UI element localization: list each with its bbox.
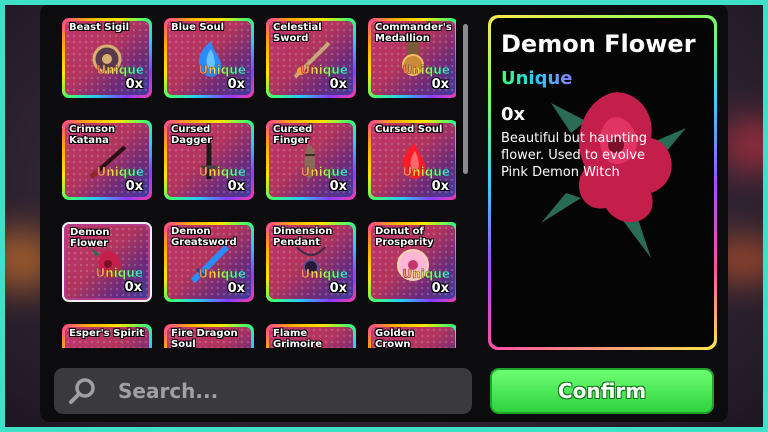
item-name: Cursed Finger: [273, 124, 313, 146]
item-card[interactable]: Golden Crown: [368, 324, 456, 348]
detail-quantity: 0x: [501, 104, 526, 125]
item-quantity: 0x: [125, 179, 143, 194]
item-card[interactable]: Demon Greatsword Unique 0x: [164, 222, 254, 302]
item-name: Crimson Katana: [69, 124, 116, 146]
item-quantity: 0x: [227, 179, 245, 194]
item-rarity: Unique: [300, 63, 348, 77]
item-detail-panel: Demon Flower Unique 0x Beautiful but hau…: [488, 15, 717, 350]
item-rarity: Unique: [402, 165, 450, 179]
item-card[interactable]: Cursed Dagger Unique 0x: [164, 120, 254, 200]
item-grid[interactable]: Beast Sigil Unique 0x Blue Soul Unique 0x Cele…: [48, 8, 456, 348]
item-name: Commander's Medallion: [375, 22, 452, 44]
item-name: Blue Soul: [171, 22, 225, 33]
item-card[interactable]: Beast Sigil Unique 0x: [62, 18, 152, 98]
item-quantity: 0x: [431, 179, 449, 194]
item-quantity: 0x: [227, 77, 245, 92]
item-card[interactable]: Cursed Soul Unique 0x: [368, 120, 456, 200]
item-card[interactable]: Donut of Prosperity Unique 0x: [368, 222, 456, 302]
item-name: Dimension Pendant: [273, 226, 333, 248]
item-quantity: 0x: [227, 281, 245, 296]
item-name: Donut of Prosperity: [375, 226, 434, 248]
item-quantity: 0x: [124, 280, 142, 295]
item-quantity: 0x: [329, 179, 347, 194]
item-rarity: Unique: [198, 267, 246, 281]
item-quantity: 0x: [329, 281, 347, 296]
item-card[interactable]: Commander's Medallion Unique 0x: [368, 18, 456, 98]
item-name: Demon Flower: [70, 227, 110, 249]
item-quantity: 0x: [125, 77, 143, 92]
item-quantity: 0x: [431, 281, 449, 296]
item-rarity: Unique: [300, 267, 348, 281]
item-card[interactable]: Esper's Spirit: [62, 324, 152, 348]
item-name: Esper's Spirit: [69, 328, 145, 339]
item-card[interactable]: Cursed Finger Unique 0x: [266, 120, 356, 200]
item-quantity: 0x: [329, 77, 347, 92]
item-card[interactable]: Blue Soul Unique 0x: [164, 18, 254, 98]
item-name: Fire Dragon Soul: [171, 328, 238, 348]
item-card[interactable]: Fire Dragon Soul: [164, 324, 254, 348]
item-name: Demon Greatsword: [171, 226, 237, 248]
item-card[interactable]: Demon Flower Unique 0x: [62, 222, 152, 302]
item-name: Cursed Soul: [375, 124, 443, 135]
item-rarity: Unique: [95, 266, 143, 280]
item-name: Celestial Sword: [273, 22, 322, 44]
item-name: Beast Sigil: [69, 22, 130, 33]
item-rarity: Unique: [96, 165, 144, 179]
detail-title: Demon Flower: [501, 30, 696, 58]
item-rarity: Unique: [96, 63, 144, 77]
item-card[interactable]: Flame Grimoire: [266, 324, 356, 348]
item-rarity: Unique: [402, 63, 450, 77]
spirit-icon: [87, 345, 127, 348]
item-card[interactable]: Dimension Pendant Unique 0x: [266, 222, 356, 302]
search-icon: [69, 378, 95, 404]
item-quantity: 0x: [431, 77, 449, 92]
item-card[interactable]: Crimson Katana Unique 0x: [62, 120, 152, 200]
item-rarity: Unique: [402, 267, 450, 281]
item-rarity: Unique: [198, 63, 246, 77]
item-rarity: Unique: [300, 165, 348, 179]
detail-description: Beautiful but haunting flower. Used to e…: [501, 131, 647, 180]
scrollbar-thumb[interactable]: [463, 24, 468, 174]
item-rarity: Unique: [198, 165, 246, 179]
confirm-button[interactable]: Confirm: [490, 368, 714, 414]
item-name: Flame Grimoire: [273, 328, 322, 348]
search-input[interactable]: [116, 378, 450, 404]
item-name: Cursed Dagger: [171, 124, 213, 146]
item-card[interactable]: Celestial Sword Unique 0x: [266, 18, 356, 98]
search-bar[interactable]: [54, 368, 472, 414]
item-name: Golden Crown: [375, 328, 415, 348]
